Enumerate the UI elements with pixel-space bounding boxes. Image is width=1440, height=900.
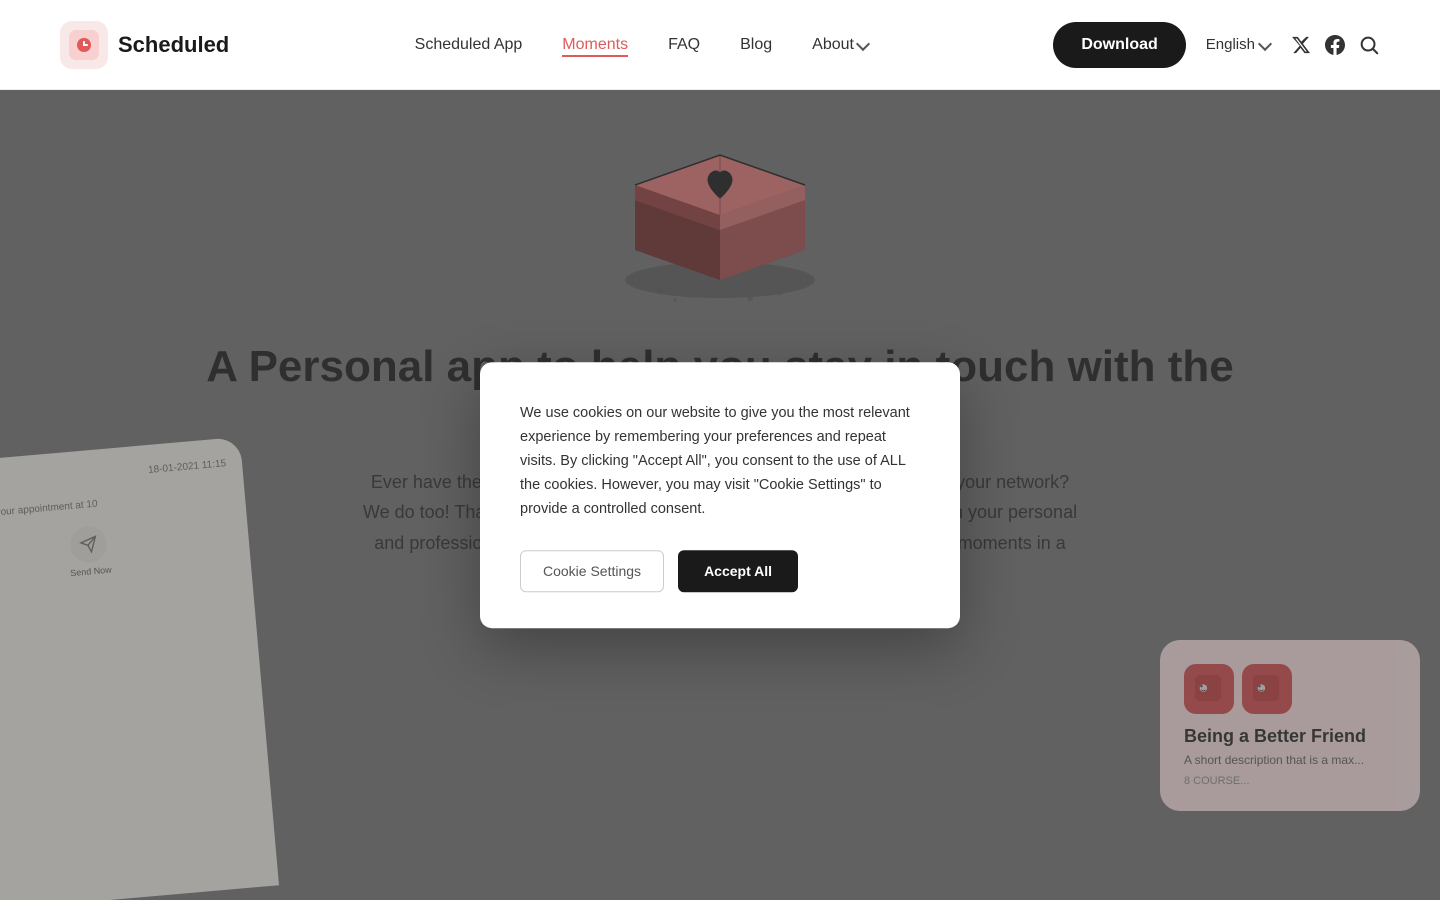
chevron-down-icon [856, 36, 870, 50]
cookie-overlay: We use cookies on our website to give yo… [0, 90, 1440, 900]
nav-link-moments[interactable]: Moments [562, 36, 628, 57]
cookie-accept-button[interactable]: Accept All [678, 550, 798, 592]
logo-icon [60, 21, 108, 69]
nav-links: Scheduled App Moments FAQ Blog About [415, 36, 868, 54]
cookie-text: We use cookies on our website to give yo… [520, 402, 920, 522]
nav-item-scheduled-app[interactable]: Scheduled App [415, 36, 523, 54]
logo-text: Scheduled [118, 32, 229, 58]
social-icons [1290, 34, 1380, 56]
language-chevron-icon [1258, 36, 1272, 50]
nav-link-scheduled-app[interactable]: Scheduled App [415, 36, 523, 53]
twitter-link[interactable] [1290, 34, 1312, 56]
nav-item-faq[interactable]: FAQ [668, 36, 700, 54]
nav-link-faq[interactable]: FAQ [668, 36, 700, 53]
cookie-banner: We use cookies on our website to give yo… [480, 362, 960, 628]
nav-right: Download English [1053, 22, 1380, 68]
nav-link-about[interactable]: About [812, 36, 868, 54]
navigation: Scheduled Scheduled App Moments FAQ Blog… [0, 0, 1440, 90]
nav-item-blog[interactable]: Blog [740, 36, 772, 54]
search-button[interactable] [1358, 34, 1380, 56]
main-content: A Personal app to help you stay in touch… [0, 90, 1440, 900]
cookie-settings-button[interactable]: Cookie Settings [520, 550, 664, 592]
download-button[interactable]: Download [1053, 22, 1185, 68]
nav-item-moments[interactable]: Moments [562, 36, 628, 54]
nav-link-blog[interactable]: Blog [740, 36, 772, 53]
nav-item-about[interactable]: About [812, 36, 868, 54]
facebook-link[interactable] [1324, 34, 1346, 56]
logo-link[interactable]: Scheduled [60, 21, 229, 69]
language-selector[interactable]: English [1206, 36, 1270, 53]
cookie-buttons: Cookie Settings Accept All [520, 550, 920, 592]
